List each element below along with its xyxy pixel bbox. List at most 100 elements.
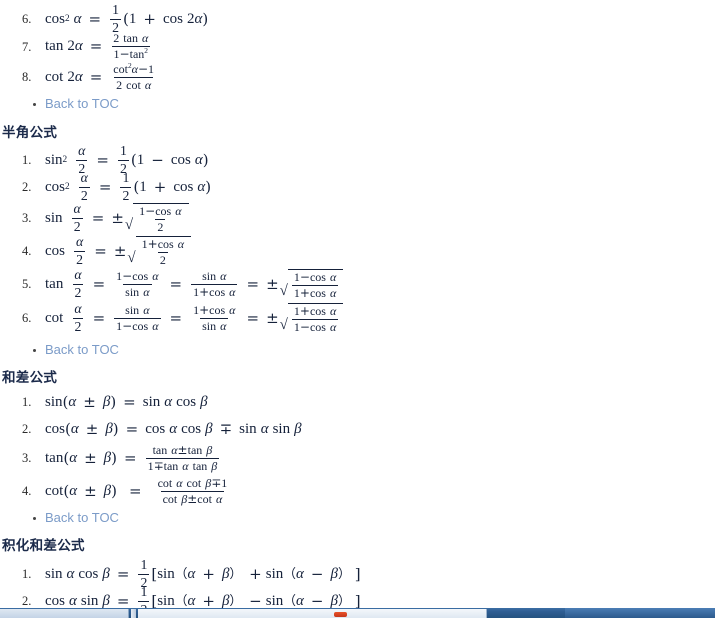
document-viewport: 6. cos2α 6. cos2α = 1 2 (1+cos2α) 7. t — [0, 0, 715, 610]
math-var-alpha: α — [194, 10, 203, 27]
list-marker: 2. — [22, 421, 32, 436]
math-fraction: 1+cos α sin α — [193, 302, 236, 333]
math-fraction: 1−cos α 2 — [137, 203, 183, 234]
math-numerator: 1−cos α — [139, 203, 182, 218]
math-radical: √ 1+cos α 2 — [127, 235, 192, 267]
math-numerator: 2 tan α — [113, 31, 149, 46]
math-fn-cos: cos — [162, 10, 183, 27]
back-to-toc-link[interactable]: Back to TOC — [45, 96, 119, 111]
back-to-toc-1: Back to TOC — [0, 96, 715, 112]
back-to-toc-link[interactable]: Back to TOC — [45, 510, 119, 525]
formula-item-prod-2: 2. cos α sin β = 1 2 [sin （α + β） − sin （α − β）] — [0, 584, 715, 610]
math-op-equals: = — [96, 150, 109, 169]
formula-item-half-5: 5. tan α 2 = 1−cos α sin α = sin α 1+cos α = — [0, 266, 715, 301]
math-radical: √ 1−cos α 2 — [124, 202, 189, 234]
math-radical: √ 1−cos α 1+cos α — [279, 268, 344, 300]
formula-item-double-8: 8. cot 2 α = cot2α−1 2 cot α — [0, 60, 715, 92]
start-button[interactable] — [0, 609, 129, 618]
math-radical: √ 1+cos α 1−cos α — [279, 302, 344, 334]
math-op-equals: = — [88, 9, 102, 28]
math-fn-cot: cot — [45, 68, 64, 85]
formula-item-half-4: 4. cos α 2 = ± √ 1+cos α 2 — [0, 233, 715, 267]
math-number-one: 1 — [128, 10, 137, 27]
radical-sign: √ — [124, 217, 134, 234]
math-fraction-alpha-over-two: α 2 — [72, 300, 84, 334]
formula-expression: sin α 2 = ± √ 1−cos α 2 — [45, 201, 189, 235]
radical-sign: √ — [127, 250, 136, 267]
formula-expression: cot 2 α = cot2α−1 2 cot α — [45, 60, 156, 92]
math-denominator: 2 cot α — [114, 76, 154, 92]
back-to-toc-2: Back to TOC — [0, 342, 715, 358]
math-var-alpha: α — [73, 10, 82, 27]
math-fn-sin: sin — [45, 151, 63, 168]
math-numerator: 1+cos α — [141, 236, 185, 251]
math-fraction-alpha-over-two: α 2 — [72, 266, 84, 300]
math-bracket-close: ] — [354, 564, 361, 583]
formula-item-double-6: 6. cos 2 α = 1 2 (1 + cos 2 α) — [0, 2, 715, 35]
math-fraction-alpha-over-two: α 2 — [74, 233, 86, 267]
list-marker: 3. — [22, 210, 32, 225]
math-op-plus: + — [143, 9, 156, 28]
formula-item-sum-3: 3. tan(α ± β) = tan α±tan β 1∓tan α tan β — [0, 443, 715, 473]
radical-sign: √ — [279, 283, 288, 300]
math-fn-cos: cos — [45, 10, 65, 27]
list-item: Back to TOC — [0, 96, 715, 112]
list-marker: 2. — [22, 179, 32, 194]
math-paren-wide-open: （ — [174, 566, 188, 581]
list-marker: 8. — [22, 69, 32, 84]
math-denominator: 1−tan2 — [111, 46, 150, 61]
math-fraction: cot2α−1 2 cot α — [111, 60, 156, 92]
formula-expression: cot(α ± β) = cot α cot β∓1 cot β±cot α — [45, 475, 228, 506]
list-marker: 4. — [22, 243, 32, 258]
math-op-plus: + — [153, 177, 167, 196]
formula-expression: tan α 2 = 1−cos α sin α = sin α 1+cos α = ± — [45, 266, 344, 301]
math-op-plus-minus: ± — [266, 308, 279, 327]
formula-item-half-1: 1. sin 2 α 2 = 1 2 (1− cos α) — [0, 143, 715, 176]
back-to-toc-link[interactable]: Back to TOC — [45, 342, 119, 357]
math-op-equals: = — [89, 67, 103, 86]
math-op-plus-minus: ± — [113, 241, 127, 260]
math-fraction: sin α 1−cos α — [114, 302, 161, 333]
math-fraction: 2 tan α 1−tan2 — [111, 32, 150, 61]
list-marker: 6. — [22, 0, 31, 1]
formula-item-half-2: 2. cos 2 α 2 = 1 2 (1 + cos α) — [0, 170, 715, 203]
radical-sign: √ — [279, 317, 288, 334]
math-numerator: cot2α−1 — [113, 60, 155, 76]
math-op-plus-minus: ± — [111, 208, 124, 227]
math-number-two: 2 — [67, 38, 75, 54]
os-taskbar[interactable] — [0, 608, 715, 618]
math-number-two: 2 — [186, 10, 195, 27]
formula-item-half-3: 3. sin α 2 = ± √ 1−cos α 2 — [0, 201, 715, 235]
list-item: Back to TOC — [0, 510, 715, 526]
math-var-beta: β — [102, 393, 111, 410]
formula-item-half-6: 6. cot α 2 = sin α 1−cos α = 1+cos α sin α = — [0, 300, 715, 334]
system-tray[interactable] — [565, 608, 715, 618]
taskbar-window-button[interactable] — [138, 609, 487, 618]
list-marker: 4. — [22, 483, 32, 498]
formula-expression: cos 2 α 2 = 1 2 (1 + cos α) — [45, 169, 212, 203]
math-fraction: 1−cos α sin α — [116, 268, 159, 299]
back-to-toc-3: Back to TOC — [0, 510, 715, 526]
math-var-alpha: α — [74, 38, 83, 54]
list-marker: 6. — [22, 11, 32, 26]
math-fraction-one-half: 1 2 — [120, 169, 132, 203]
math-op-equals: = — [89, 37, 103, 55]
formula-expression: tan(α ± β) = tan α±tan β 1∓tan α tan β — [45, 442, 220, 473]
math-fraction-alpha-over-two: α 2 — [78, 169, 90, 203]
formula-item-prod-1: 1. sin α cos β = 1 2 [sin （α + β） + sin （α − β）] — [0, 557, 715, 590]
list-marker: 5. — [22, 276, 32, 291]
list-marker: 1. — [22, 566, 32, 581]
math-fraction: 1−cos α 1+cos α — [291, 269, 339, 300]
list-marker: 7. — [22, 39, 32, 54]
list-marker: 6. — [22, 310, 32, 325]
quick-launch-grip[interactable] — [131, 609, 136, 618]
section-heading-product-to-sum: 积化和差公式 — [2, 538, 85, 554]
math-op-minus-plus: ∓ — [219, 419, 233, 438]
math-fraction: tan α±tan β 1∓tan α tan β — [145, 442, 220, 473]
browser-icon[interactable] — [334, 612, 347, 617]
math-numerator: 1 — [112, 1, 120, 17]
list-marker: 2. — [22, 593, 32, 608]
math-denominator: 2 — [157, 251, 168, 267]
formula-item-double-7: 7. tan 2 α = 2 tan α 1−tan2 — [0, 32, 715, 61]
list-marker: 1. — [22, 152, 32, 167]
